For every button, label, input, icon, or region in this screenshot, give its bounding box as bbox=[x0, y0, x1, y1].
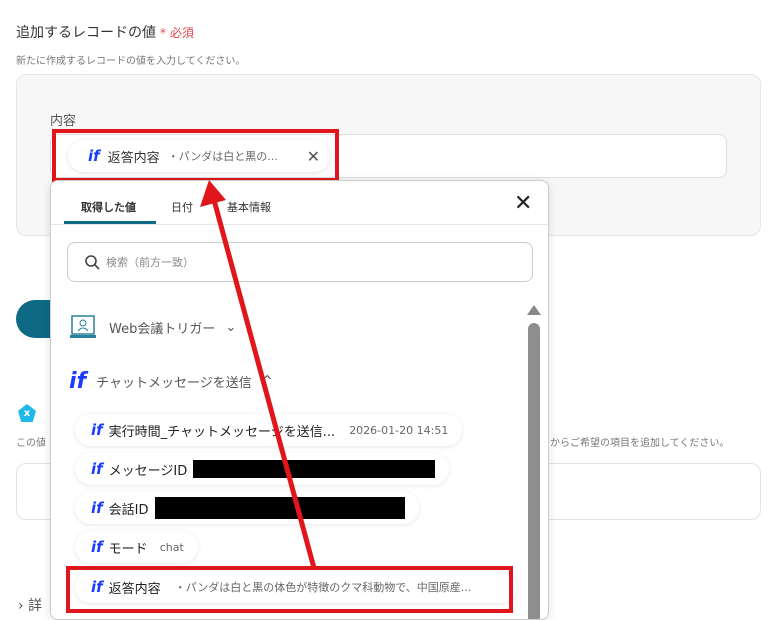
tab-basic-info[interactable]: 基本情報 bbox=[227, 199, 271, 215]
tab-retrieved-values[interactable]: 取得した値 bbox=[81, 199, 136, 215]
search-icon bbox=[85, 255, 100, 270]
if-icon: if bbox=[91, 421, 103, 439]
annotation-box bbox=[66, 566, 513, 613]
annotation-box bbox=[52, 129, 339, 182]
list-item[interactable]: if モード chat bbox=[75, 531, 198, 563]
if-icon: if bbox=[91, 460, 103, 478]
x-badge-icon: x bbox=[18, 404, 36, 422]
hint-right: からご希望の項目を追加してください。 bbox=[550, 438, 730, 449]
if-icon: if bbox=[91, 538, 103, 556]
value-picker-dropdown: 取得した値 日付 基本情報 ✕ 検索（前方一致） Web会議トリガー ⌄ if … bbox=[50, 180, 549, 620]
redacted-value bbox=[193, 460, 436, 478]
search-input[interactable]: 検索（前方一致） bbox=[67, 242, 533, 282]
if-icon: if bbox=[69, 369, 87, 394]
details-toggle[interactable]: › 詳 bbox=[18, 595, 42, 615]
field-label: 内容 bbox=[50, 114, 77, 129]
group-send-chat-message[interactable]: if チャットメッセージを送信 ^ bbox=[69, 369, 273, 394]
tab-date[interactable]: 日付 bbox=[171, 199, 193, 215]
section-description: 新たに作成するレコードの値を入力してください。 bbox=[16, 56, 246, 67]
required-badge: * 必須 bbox=[160, 26, 194, 40]
scrollbar-thumb[interactable] bbox=[528, 323, 540, 619]
list-item[interactable]: if メッセージID bbox=[75, 453, 450, 485]
chevron-down-icon: ⌄ bbox=[225, 319, 237, 335]
redacted-value bbox=[154, 497, 405, 519]
hint-left: この値 bbox=[16, 438, 46, 449]
scroll-up-arrow[interactable] bbox=[527, 305, 541, 315]
active-tab-underline bbox=[64, 221, 156, 224]
close-icon[interactable]: ✕ bbox=[514, 191, 532, 216]
group-web-meeting-trigger[interactable]: Web会議トリガー ⌄ bbox=[69, 313, 236, 341]
web-meeting-icon bbox=[70, 315, 96, 338]
list-item[interactable]: if 会話ID bbox=[75, 492, 419, 524]
picker-tabs: 取得した値 日付 基本情報 ✕ bbox=[51, 181, 548, 225]
if-icon: if bbox=[91, 499, 103, 517]
section-title: 追加するレコードの値 * 必須 bbox=[16, 25, 194, 41]
chevron-up-icon: ^ bbox=[261, 374, 273, 389]
list-item[interactable]: if 実行時間_チャットメッセージを送信... 2026-01-20 14:51 bbox=[75, 414, 463, 446]
